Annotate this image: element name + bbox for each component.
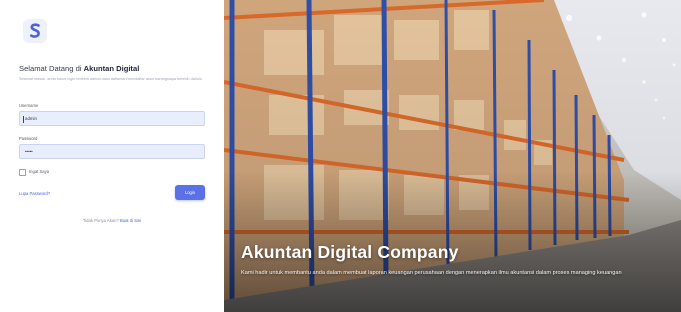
intro-text: Selamat masuk, anda harus login terlebih… <box>19 77 203 81</box>
signup-prompt: Tidak Punya Akun? Buat di Sini <box>0 218 224 223</box>
welcome-prefix: Selamat Datang di <box>19 64 82 73</box>
logo-icon <box>23 19 47 43</box>
hero-panel: Akuntan Digital Company Kami hadir untuk… <box>224 0 681 312</box>
login-panel: Selamat Datang di Akuntan Digital Selama… <box>0 0 224 312</box>
hero-title: Akuntan Digital Company <box>241 242 459 262</box>
welcome-heading: Selamat Datang di Akuntan Digital <box>19 64 219 73</box>
password-label: Password <box>19 136 38 141</box>
signup-link[interactable]: Buat di Sini <box>120 218 141 223</box>
login-button[interactable]: Login <box>175 185 205 200</box>
signup-prefix: Tidak Punya Akun? <box>82 218 119 223</box>
hero-description: Kami hadir untuk membantu anda dalam mem… <box>241 270 622 276</box>
password-input[interactable] <box>20 145 204 158</box>
remember-label: Ingat Saya <box>29 169 50 174</box>
remember-checkbox[interactable] <box>19 169 26 176</box>
username-input[interactable] <box>20 112 204 125</box>
password-field[interactable] <box>19 144 205 159</box>
login-page: Selamat Datang di Akuntan Digital Selama… <box>0 0 681 312</box>
welcome-brand: Akuntan Digital <box>83 64 140 73</box>
username-field[interactable] <box>19 111 205 126</box>
username-label: Username <box>19 103 39 108</box>
forgot-password-link[interactable]: Lupa Password? <box>19 191 50 196</box>
warehouse-image <box>224 0 681 312</box>
